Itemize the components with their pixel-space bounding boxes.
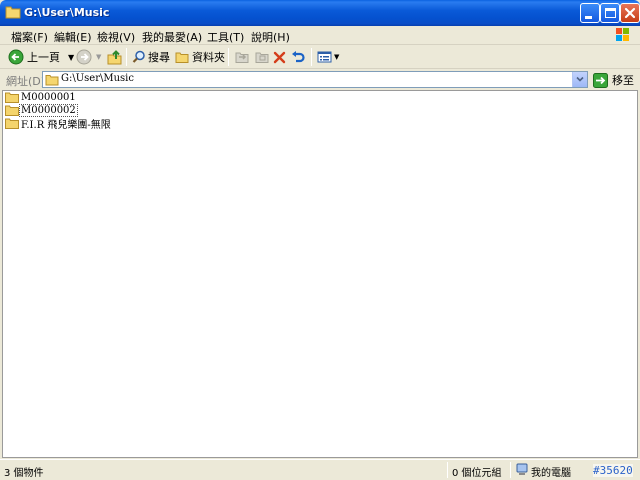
- menu-view[interactable]: 檢視(V): [95, 28, 137, 46]
- views-button[interactable]: ▼: [317, 47, 339, 67]
- maximize-icon: [605, 8, 616, 18]
- folder-icon: [5, 92, 19, 103]
- menu-tools[interactable]: 工具(T): [205, 28, 246, 46]
- menu-favorites[interactable]: 我的最愛(A): [140, 28, 204, 46]
- menu-help[interactable]: 說明(H): [249, 28, 292, 46]
- close-icon: [624, 7, 636, 19]
- delete-icon: [273, 51, 286, 63]
- go-label: 移至: [612, 74, 634, 87]
- up-folder-icon: [107, 50, 122, 65]
- status-divider: [510, 462, 511, 478]
- move-to-icon: [235, 52, 249, 63]
- windows-logo-icon: [616, 28, 629, 41]
- back-arrow-icon: [8, 49, 24, 65]
- status-size: 0 個位元組: [452, 468, 502, 479]
- menu-edit[interactable]: 編輯(E): [52, 28, 94, 46]
- folder-icon: [45, 75, 59, 86]
- file-name: M0000001: [21, 92, 76, 103]
- address-bar: 網址(D) G:\User\Music 移至: [0, 70, 640, 90]
- folder-icon: [5, 6, 21, 19]
- file-name: F.I.R 飛兒樂團-無限: [21, 120, 111, 131]
- address-label: 網址(D): [6, 75, 46, 88]
- close-button[interactable]: [620, 3, 640, 23]
- title-bar[interactable]: G:\User\Music: [0, 0, 640, 26]
- my-computer-icon: [516, 463, 528, 475]
- go-button[interactable]: 移至: [593, 72, 634, 88]
- address-value: G:\User\Music: [61, 73, 134, 84]
- toolbar-separator: [228, 48, 229, 66]
- go-arrow-icon: [593, 72, 608, 88]
- watermark-id: #35620: [593, 464, 633, 477]
- file-list[interactable]: M0000001 M0000002 F.I.R 飛兒樂團-無限: [2, 90, 638, 458]
- move-to-button[interactable]: [234, 47, 250, 67]
- explorer-window: G:\User\Music 檔案(F) 編輯(E) 檢視(V) 我的最愛(A) …: [0, 0, 640, 480]
- folder-icon: [5, 105, 19, 116]
- delete-button[interactable]: [273, 47, 286, 67]
- back-label: 上一頁: [27, 51, 60, 64]
- menu-file[interactable]: 檔案(F): [9, 28, 50, 46]
- menu-bar: 檔案(F) 編輯(E) 檢視(V) 我的最愛(A) 工具(T) 說明(H): [0, 26, 640, 45]
- forward-dropdown-icon[interactable]: ▼: [96, 53, 101, 61]
- undo-button[interactable]: [291, 47, 305, 67]
- address-dropdown-button[interactable]: [572, 72, 587, 87]
- list-item[interactable]: F.I.R 飛兒樂團-無限: [5, 117, 112, 131]
- search-button[interactable]: 搜尋: [132, 47, 170, 67]
- undo-icon: [292, 51, 305, 63]
- status-bar: 3 個物件 0 個位元組 我的電腦: [0, 459, 640, 480]
- copy-to-button[interactable]: [254, 47, 270, 67]
- file-name: M0000002: [19, 104, 78, 117]
- standard-toolbar: 上一頁 ▼ ▼ 搜尋 資料夾 ▼: [0, 45, 640, 69]
- search-icon: [132, 50, 145, 63]
- back-dropdown-icon[interactable]: ▼: [68, 53, 74, 62]
- up-folder-button[interactable]: [107, 47, 123, 67]
- forward-button[interactable]: ▼: [76, 47, 101, 67]
- folders-icon: [175, 52, 189, 63]
- address-input[interactable]: G:\User\Music: [42, 71, 588, 88]
- list-item[interactable]: M0000001: [5, 91, 77, 104]
- search-label: 搜尋: [148, 51, 170, 64]
- chevron-down-icon: [576, 76, 584, 82]
- toolbar-separator: [311, 48, 312, 66]
- minimize-icon: [585, 16, 592, 19]
- forward-arrow-icon: [76, 49, 92, 65]
- status-object-count: 3 個物件: [4, 468, 44, 479]
- copy-to-icon: [255, 52, 269, 63]
- toolbar-separator: [126, 48, 127, 66]
- status-location: 我的電腦: [531, 468, 571, 479]
- maximize-button[interactable]: [600, 3, 620, 23]
- minimize-button[interactable]: [580, 3, 600, 23]
- folders-button[interactable]: 資料夾: [175, 47, 225, 67]
- folder-icon: [5, 118, 19, 129]
- back-button[interactable]: 上一頁 ▼: [8, 47, 74, 67]
- views-icon: [317, 51, 332, 63]
- window-title: G:\User\Music: [24, 6, 110, 19]
- folders-label: 資料夾: [192, 51, 225, 64]
- status-divider: [447, 462, 448, 478]
- views-dropdown-icon[interactable]: ▼: [334, 53, 339, 61]
